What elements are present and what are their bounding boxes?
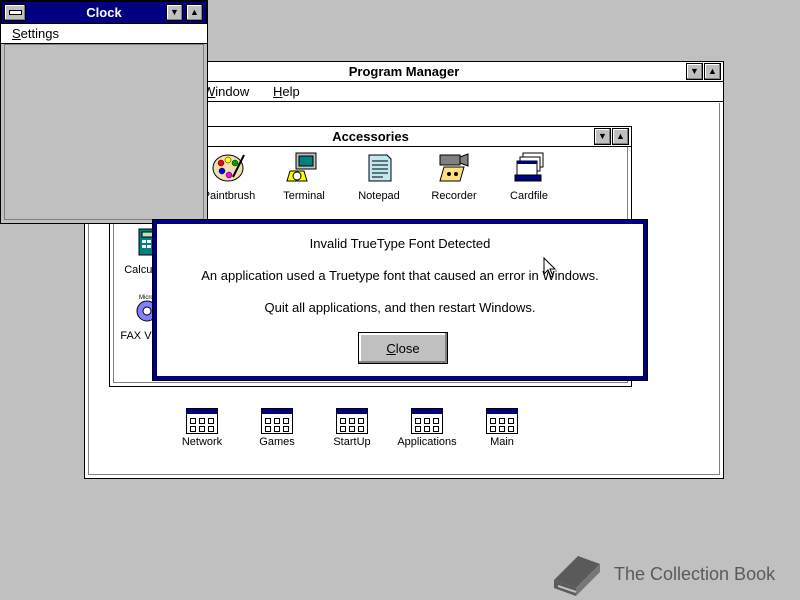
- close-button[interactable]: Close: [358, 332, 448, 364]
- system-menu-button[interactable]: [4, 4, 26, 21]
- icon-label: Recorder: [431, 190, 477, 202]
- clock-menubar: Settings: [1, 24, 207, 44]
- group-label: Main: [490, 436, 514, 448]
- program-manager-title: Program Manager: [348, 64, 460, 79]
- watermark: The Collection Book: [548, 550, 788, 598]
- book-icon: [554, 556, 600, 596]
- terminal-icon: [286, 152, 317, 182]
- group-network[interactable]: Network: [162, 408, 242, 448]
- recorder-icon: [439, 153, 469, 182]
- maximize-button[interactable]: ▲: [186, 4, 203, 21]
- clock-window[interactable]: Clock ▼ ▲ Settings: [0, 0, 208, 224]
- dialog-instruction: Quit all applications, and then restart …: [264, 300, 536, 315]
- group-label: Applications: [397, 436, 457, 448]
- group-applications[interactable]: Applications: [387, 408, 467, 448]
- dialog-message: An application used a Truetype font that…: [201, 268, 599, 283]
- group-games[interactable]: Games: [237, 408, 317, 448]
- clock-face-area: [4, 44, 204, 220]
- menu-help[interactable]: Help: [273, 84, 300, 99]
- icon-cardfile[interactable]: Cardfile: [489, 151, 569, 202]
- minimize-button[interactable]: ▼: [166, 4, 183, 21]
- program-group-icon: [186, 408, 218, 434]
- icon-notepad[interactable]: Notepad: [339, 151, 419, 202]
- menu-window[interactable]: Window: [203, 84, 249, 99]
- error-dialog: Invalid TrueType Font Detected An applic…: [152, 219, 648, 381]
- dialog-title: Invalid TrueType Font Detected: [309, 236, 491, 251]
- minimize-button[interactable]: ▼: [686, 63, 703, 80]
- minimize-button[interactable]: ▼: [594, 128, 611, 145]
- group-startup[interactable]: StartUp: [312, 408, 392, 448]
- icon-label: Notepad: [358, 190, 400, 202]
- clock-title: Clock: [86, 5, 122, 20]
- group-label: Games: [259, 436, 295, 448]
- program-group-icon: [486, 408, 518, 434]
- program-group-icon: [261, 408, 293, 434]
- icon-label: Cardfile: [510, 190, 548, 202]
- paintbrush-icon: [212, 154, 245, 182]
- group-label: StartUp: [333, 436, 371, 448]
- watermark-text: The Collection Book: [614, 564, 776, 584]
- program-group-icon: [411, 408, 443, 434]
- cardfile-icon: [514, 152, 544, 182]
- icon-label: Terminal: [283, 190, 325, 202]
- mouse-pointer-icon: [543, 257, 557, 278]
- group-main[interactable]: Main: [462, 408, 542, 448]
- menu-settings[interactable]: Settings: [12, 26, 59, 41]
- accessories-title: Accessories: [332, 129, 409, 144]
- notepad-icon: [368, 154, 392, 182]
- program-group-icon: [336, 408, 368, 434]
- clock-titlebar[interactable]: Clock ▼ ▲: [1, 1, 207, 24]
- maximize-button[interactable]: ▲: [612, 128, 629, 145]
- group-label: Network: [181, 436, 223, 448]
- icon-recorder[interactable]: Recorder: [414, 151, 494, 202]
- maximize-button[interactable]: ▲: [704, 63, 721, 80]
- icon-terminal[interactable]: Terminal: [264, 151, 344, 202]
